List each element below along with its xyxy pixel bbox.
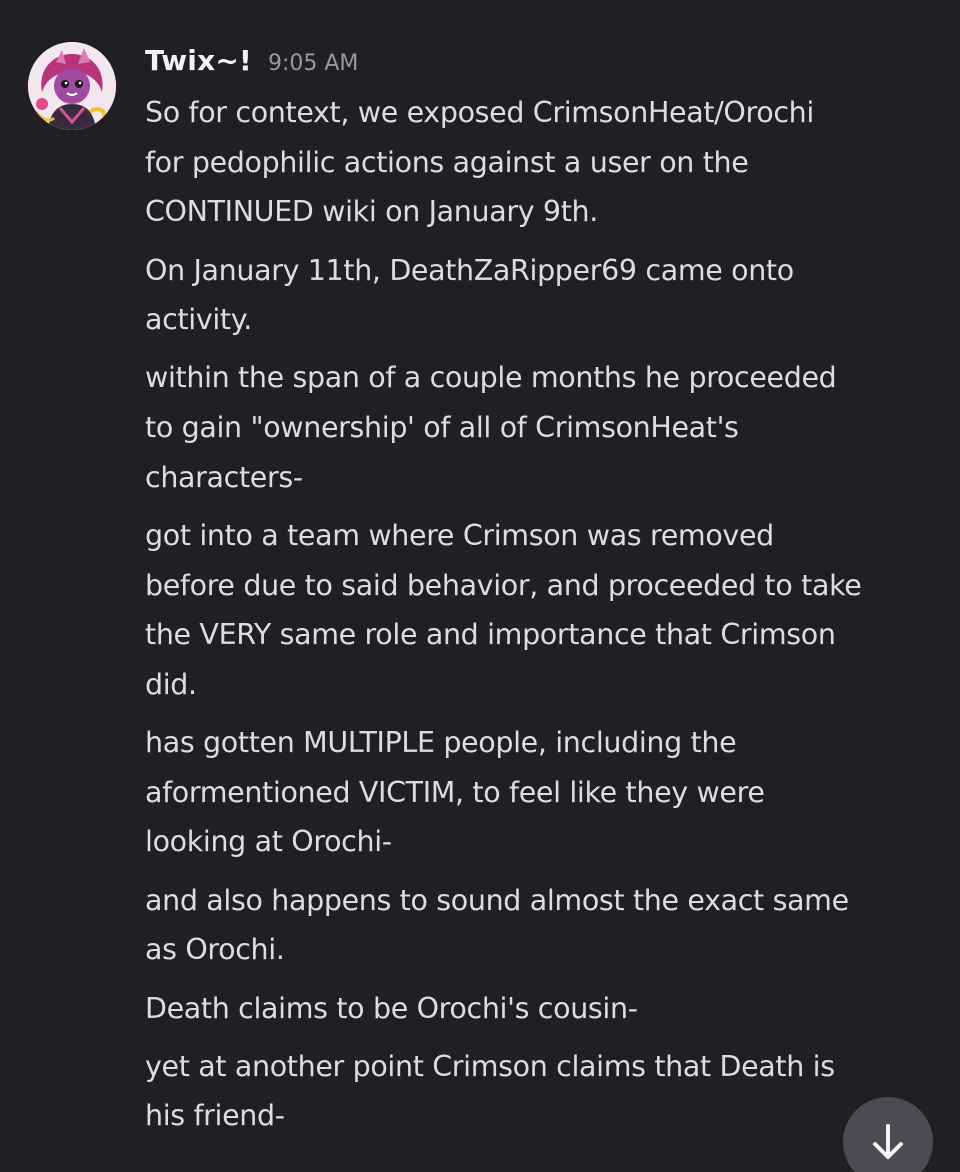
message-line: the VERY same role and importance that C… [145, 618, 836, 652]
message-line: has gotten MULTIPLE people, including th… [145, 726, 737, 760]
message-line: within the span of a couple months he pr… [145, 361, 837, 395]
chat-message: Twix~! 9:05 AM So for context, we expose… [0, 0, 960, 1172]
message-line: characters- [145, 460, 303, 494]
message-line: his friend- [145, 1099, 285, 1133]
message-line: to gain "ownership' of all of CrimsonHea… [145, 411, 739, 444]
message-line: Death claims to be Orochi's cousin- [145, 991, 638, 1025]
message-header: Twix~! 9:05 AM [145, 44, 358, 84]
message-line: as Orochi. [145, 933, 285, 967]
message-line: activity. [145, 303, 252, 337]
message-line: looking at Orochi- [145, 825, 392, 859]
message-line: got into a team where Crimson was remove… [145, 519, 774, 552]
message-line: and also happens to sound almost the exa… [145, 883, 849, 917]
message-line: CONTINUED wiki on January 9th. [145, 195, 598, 229]
message-line: On January 11th, DeathZaRipper69 came on… [145, 253, 794, 287]
username[interactable]: Twix~! [145, 44, 252, 77]
message-line: yet at another point Crimson claims that… [145, 1049, 835, 1083]
user-avatar[interactable] [28, 42, 116, 130]
cartoon-character-avatar-icon [28, 42, 116, 130]
message-timestamp: 9:05 AM [267, 51, 359, 76]
arrow-down-icon [873, 1124, 903, 1159]
message-line: did. [145, 667, 197, 701]
message-line: So for context, we exposed CrimsonHeat/O… [145, 96, 814, 129]
message-line: for pedophilic actions against a user on… [145, 145, 749, 179]
message-line: before due to said behavior, and proceed… [145, 568, 862, 602]
message-line: aformentioned VICTIM, to feel like they … [145, 775, 765, 809]
